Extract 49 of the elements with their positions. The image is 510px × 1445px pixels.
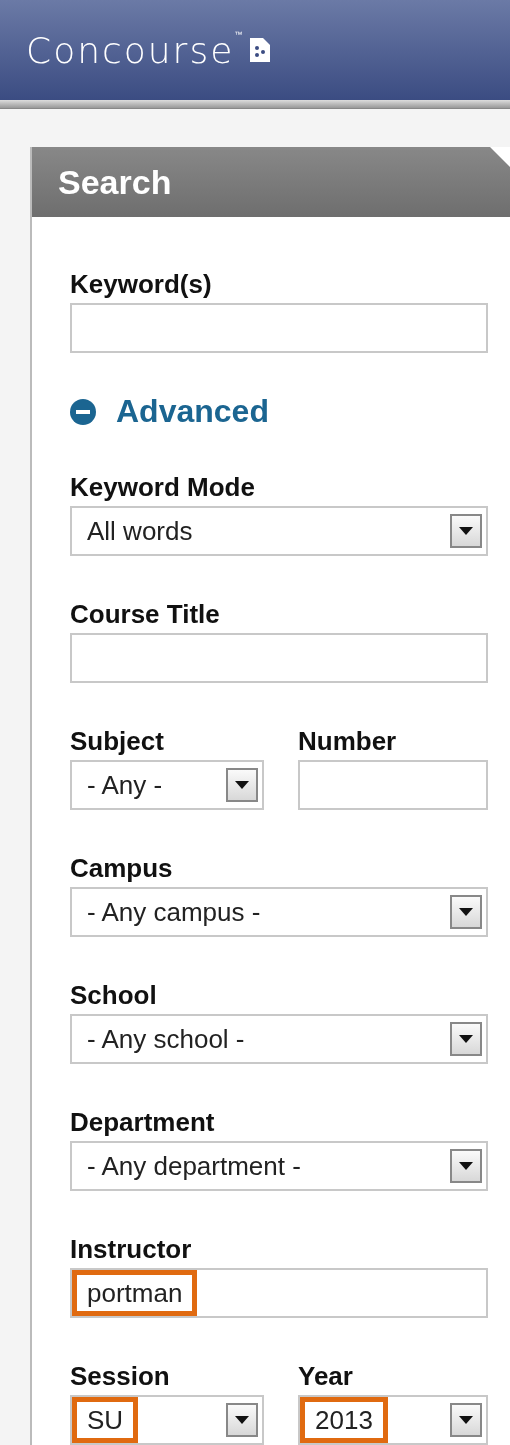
- dropdown-button[interactable]: [450, 514, 482, 548]
- dropdown[interactable]: - Any -: [70, 760, 264, 810]
- input-field[interactable]: [70, 303, 488, 353]
- minus-icon[interactable]: [70, 398, 96, 425]
- caret-icon: [459, 908, 473, 916]
- dropdown-button[interactable]: [450, 1149, 482, 1183]
- field-value: portman: [72, 1270, 198, 1316]
- field-value: 2013: [300, 1397, 388, 1443]
- field-label: Department: [70, 1107, 216, 1137]
- input-field[interactable]: [70, 633, 488, 683]
- field-label: Course Title: [70, 599, 221, 629]
- caret-icon: [235, 1416, 249, 1424]
- field-value: All words: [86, 514, 194, 548]
- caret-icon: [459, 527, 473, 535]
- field-label: Session: [70, 1361, 171, 1391]
- field-value: - Any school -: [86, 1022, 246, 1056]
- input-field[interactable]: [298, 760, 488, 810]
- dropdown-button[interactable]: [450, 895, 482, 929]
- field-label: Keyword(s): [70, 269, 213, 299]
- caret-icon: [459, 1162, 473, 1170]
- advanced-toggle[interactable]: Advanced: [116, 393, 269, 430]
- dropdown[interactable]: - Any school -: [70, 1014, 488, 1064]
- input-field[interactable]: portman: [70, 1268, 488, 1318]
- field-value: - Any department -: [86, 1149, 302, 1183]
- dropdown-button[interactable]: [450, 1403, 482, 1437]
- field-label: Number: [298, 726, 398, 756]
- field-value: - Any campus -: [86, 895, 262, 929]
- dropdown[interactable]: - Any department -: [70, 1141, 488, 1191]
- logo: Concourse$^{™}$: [26, 29, 245, 71]
- dropdown[interactable]: SU: [70, 1395, 264, 1445]
- panel-title: Search: [32, 147, 510, 217]
- field-label: Year: [298, 1361, 354, 1391]
- dropdown[interactable]: All words: [70, 506, 488, 556]
- field-label: School: [70, 980, 158, 1010]
- dropdown-button[interactable]: [226, 768, 258, 802]
- field-value: SU: [72, 1397, 139, 1443]
- dropdown[interactable]: - Any campus -: [70, 887, 488, 937]
- dropdown[interactable]: 2013: [298, 1395, 488, 1445]
- caret-icon: [459, 1035, 473, 1043]
- caret-icon: [235, 781, 249, 789]
- field-label: Keyword Mode: [70, 472, 256, 502]
- field-label: Campus: [70, 853, 174, 883]
- dropdown-button[interactable]: [450, 1022, 482, 1056]
- field-label: Instructor: [70, 1234, 193, 1264]
- document-icon: [250, 38, 271, 62]
- field-value: - Any -: [86, 768, 164, 802]
- caret-icon: [459, 1416, 473, 1424]
- dropdown-button[interactable]: [226, 1403, 258, 1437]
- field-label: Subject: [70, 726, 165, 756]
